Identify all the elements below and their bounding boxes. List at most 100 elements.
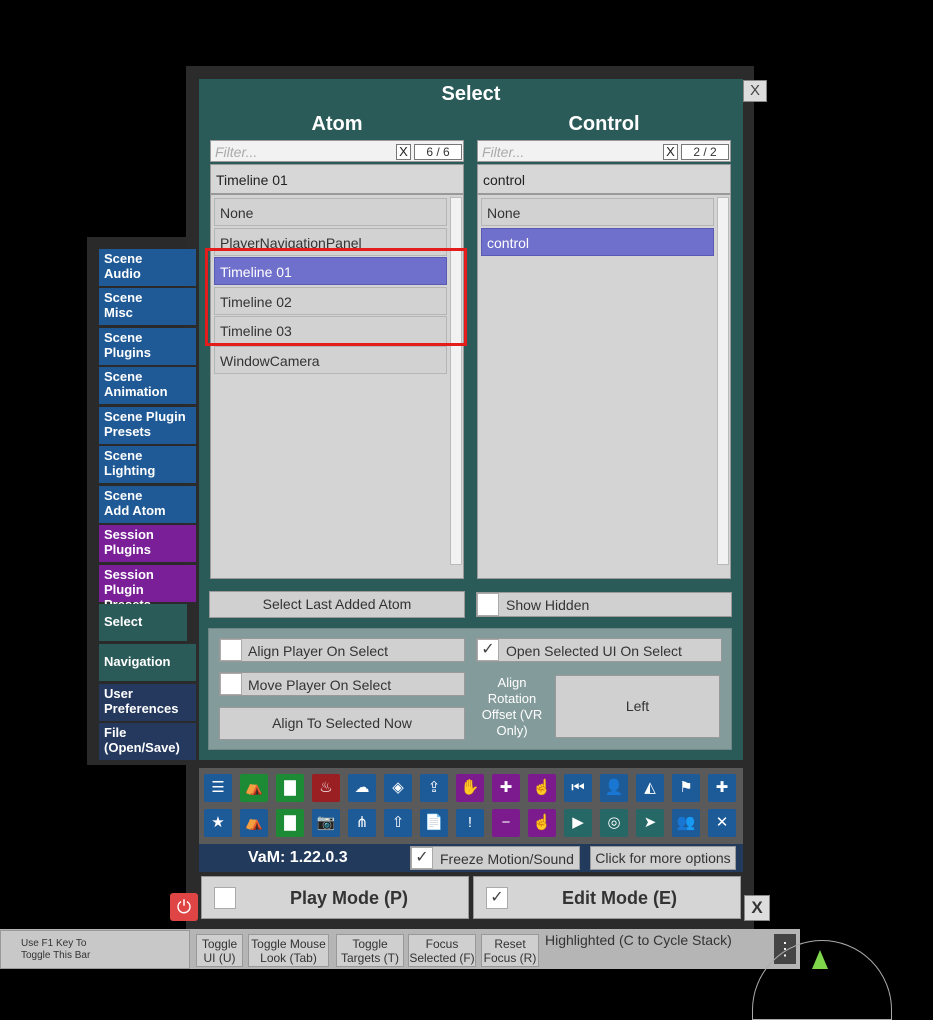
tab-scene-misc[interactable]: Scene Misc: [99, 288, 196, 325]
add-person-icon[interactable]: ✚: [492, 774, 520, 802]
freeze-motion-label: Freeze Motion/Sound: [440, 851, 574, 867]
play-mode-checkbox[interactable]: [214, 887, 236, 909]
edit-mode-button[interactable]: ✓ Edit Mode (E): [473, 876, 741, 919]
align-rotation-dropdown[interactable]: Left: [555, 675, 720, 738]
skip-back-icon[interactable]: ⏮: [564, 774, 592, 802]
package-icon[interactable]: ◈: [384, 774, 412, 802]
save-icon[interactable]: ♨: [312, 774, 340, 802]
list-item[interactable]: WindowCamera: [214, 346, 447, 374]
menu-icon[interactable]: ☰: [204, 774, 232, 802]
checkmark-icon[interactable]: ✓: [477, 639, 499, 661]
tab-line: Scene Plugin: [104, 409, 186, 424]
control-list-scrollbar[interactable]: [717, 197, 729, 565]
control-filter: Filter... X 2 / 2: [477, 140, 731, 162]
more-options-button[interactable]: Click for more options: [590, 846, 736, 870]
target-icon[interactable]: ◎: [600, 809, 628, 837]
tab-scene-lighting[interactable]: Scene Lighting: [99, 446, 196, 483]
list-item[interactable]: control: [481, 228, 714, 256]
tab-line: Select: [104, 614, 143, 629]
control-list: None control: [477, 194, 731, 579]
play-mode-button[interactable]: Play Mode (P): [201, 876, 469, 919]
control-selected-value[interactable]: control: [477, 164, 731, 194]
tab-scene-animation[interactable]: Scene Animation: [99, 367, 196, 404]
control-filter-clear-button[interactable]: X: [663, 144, 678, 160]
tab-session-plugins[interactable]: Session Plugins: [99, 525, 196, 562]
hub-icon[interactable]: ⋔: [348, 809, 376, 837]
show-hidden-checkbox[interactable]: [477, 593, 499, 616]
open-selected-ui-toggle[interactable]: ✓ Open Selected UI On Select: [476, 638, 722, 662]
reset-focus-button[interactable]: Reset Focus (R): [481, 934, 539, 967]
focus-selected-button[interactable]: Focus Selected (F): [408, 934, 476, 967]
toggle-mouse-look-button[interactable]: Toggle Mouse Look (Tab): [248, 934, 329, 967]
tab-scene-plugin-presets[interactable]: Scene Plugin Presets: [99, 407, 196, 444]
tools-icon[interactable]: ✕: [708, 809, 736, 837]
tab-line: Misc: [104, 305, 133, 320]
upload-icon[interactable]: ⇪: [420, 774, 448, 802]
tab-line: Session Plugin: [104, 567, 154, 597]
show-hidden-label: Show Hidden: [506, 597, 590, 613]
tab-line: Scene: [104, 330, 143, 345]
touch-icon[interactable]: ☝: [528, 774, 556, 802]
control-filter-input[interactable]: Filter...: [482, 144, 524, 160]
tab-session-plugin-presets[interactable]: Session PluginPresets: [99, 565, 196, 612]
document-icon[interactable]: 📄: [420, 809, 448, 837]
close-toolbar-button[interactable]: X: [744, 895, 770, 921]
atom-header: Atom: [311, 113, 363, 135]
remove-person-icon[interactable]: −: [492, 809, 520, 837]
tab-user-preferences[interactable]: User Preferences: [99, 684, 196, 721]
unity-icon[interactable]: ◭: [636, 774, 664, 802]
open-scene-icon[interactable]: ⛺: [240, 774, 268, 802]
move-player-checkbox[interactable]: [220, 673, 242, 695]
tab-scene-audio[interactable]: Scene Audio: [99, 249, 196, 286]
tab-line: Presets: [104, 424, 151, 439]
checkmark-icon[interactable]: ✓: [486, 887, 508, 909]
align-player-toggle[interactable]: Align Player On Select: [219, 638, 465, 662]
tab-navigation[interactable]: Navigation: [99, 644, 196, 681]
freeze-motion-toggle[interactable]: ✓ Freeze Motion/Sound: [410, 846, 580, 870]
person-icon[interactable]: 👤: [600, 774, 628, 802]
tab-line: Scene: [104, 251, 143, 266]
show-hidden-toggle[interactable]: Show Hidden: [476, 592, 732, 617]
list-item[interactable]: None: [214, 198, 447, 226]
move-player-toggle[interactable]: Move Player On Select: [219, 672, 465, 696]
toggle-targets-button[interactable]: Toggle Targets (T): [336, 934, 404, 967]
people-icon[interactable]: 👥: [672, 809, 700, 837]
folder-plugin-icon[interactable]: ▇: [276, 809, 304, 837]
list-item[interactable]: None: [481, 198, 714, 226]
toggle-ui-button[interactable]: Toggle UI (U): [196, 934, 243, 967]
camera-icon[interactable]: 📷: [312, 809, 340, 837]
flag-icon[interactable]: ⚑: [672, 774, 700, 802]
atom-filter-input[interactable]: Filter...: [215, 144, 257, 160]
align-rotation-label: Align Rotation Offset (VR Only): [481, 675, 543, 738]
plus-icon[interactable]: ✚: [708, 774, 736, 802]
pointer-icon[interactable]: ➤: [636, 809, 664, 837]
select-last-added-button[interactable]: Select Last Added Atom: [209, 591, 465, 618]
play-icon[interactable]: ▶: [564, 809, 592, 837]
align-to-selected-button[interactable]: Align To Selected Now: [219, 707, 465, 740]
tab-scene-add-atom[interactable]: Scene Add Atom: [99, 486, 196, 523]
close-panel-button[interactable]: X: [743, 80, 767, 102]
open-template-icon[interactable]: ⛺: [240, 809, 268, 837]
tab-line: Scene: [104, 488, 143, 503]
tab-line: User: [104, 686, 133, 701]
grab-icon[interactable]: ☝: [528, 809, 556, 837]
tab-scene-plugins[interactable]: Scene Plugins: [99, 328, 196, 365]
tab-line: Session: [104, 527, 154, 542]
toolbar-row: ★ ⛺ ▇ 📷 ⋔ ⇧ 📄! − ☝ ▶ ◎ ➤ 👥 ✕: [204, 809, 740, 839]
atom-selected-value[interactable]: Timeline 01: [210, 164, 464, 194]
box-icon[interactable]: ⇧: [384, 809, 412, 837]
folder-icon[interactable]: ▇: [276, 774, 304, 802]
align-player-checkbox[interactable]: [220, 639, 242, 661]
alert-icon[interactable]: !: [456, 809, 484, 837]
tab-line: Animation: [104, 384, 168, 399]
tab-select[interactable]: Select: [99, 604, 187, 641]
tab-line: (Open/Save): [104, 740, 180, 755]
power-button[interactable]: ⏻: [170, 893, 198, 921]
tab-file[interactable]: File (Open/Save): [99, 723, 196, 760]
tab-line: Preferences: [104, 701, 179, 716]
atom-filter-clear-button[interactable]: X: [396, 144, 411, 160]
star-icon[interactable]: ★: [204, 809, 232, 837]
hand-icon[interactable]: ✋: [456, 774, 484, 802]
cloud-icon[interactable]: ☁: [348, 774, 376, 802]
checkmark-icon[interactable]: ✓: [411, 847, 433, 869]
